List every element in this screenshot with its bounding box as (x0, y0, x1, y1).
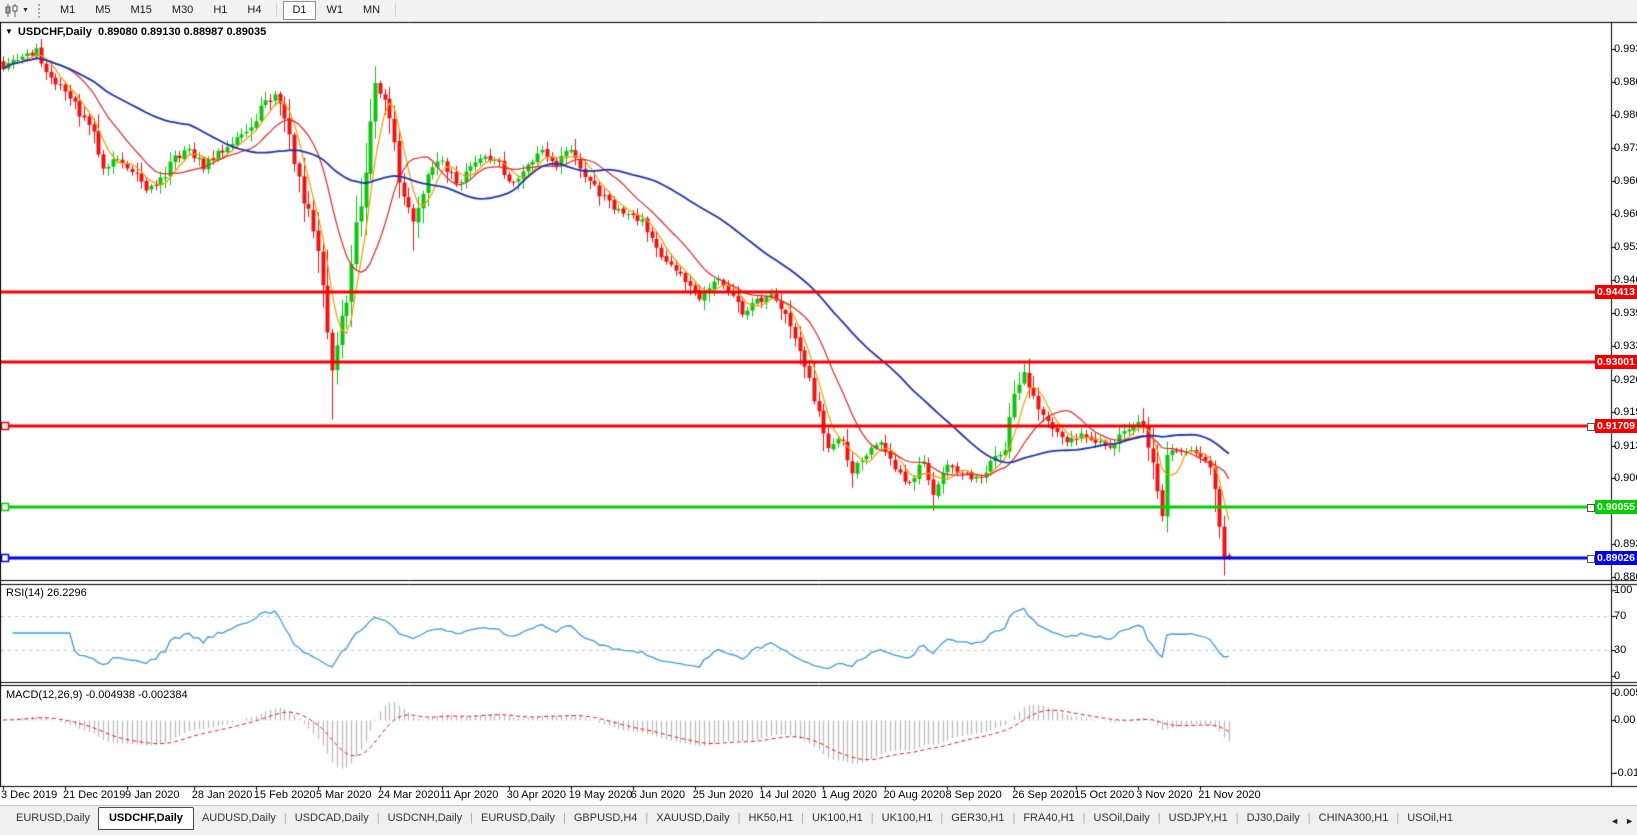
macd-scale-label: 0.005818 (1614, 687, 1637, 699)
date-label: 3 Nov 2020 (1136, 789, 1192, 801)
tab-fra40-h1[interactable]: FRA40,H1 (1015, 806, 1082, 828)
rsi-scale-label: 70 (1614, 610, 1626, 622)
date-label: 8 Sep 2020 (945, 789, 1001, 801)
rsi-indicator-label: RSI(14) 26.2296 (6, 587, 87, 599)
date-label: 6 Jun 2020 (631, 789, 685, 801)
tab-eurusd-daily[interactable]: EURUSD,Daily (8, 806, 98, 828)
chart-title: ▼ USDCHF,Daily 0.89080 0.89130 0.88987 0.… (5, 26, 266, 38)
price-tick-label: 0.98680 (1614, 76, 1637, 88)
date-label: 5 Mar 2020 (316, 789, 372, 801)
tab-usdcnh-daily[interactable]: USDCNH,Daily (380, 806, 471, 828)
chart-type-button[interactable]: ▼ (0, 3, 33, 18)
collapse-caret-icon[interactable]: ▼ (5, 27, 13, 36)
date-label: 3 Dec 2019 (1, 789, 57, 801)
price-tick-label: 0.93980 (1614, 307, 1637, 319)
date-label: 28 Jan 2020 (192, 789, 253, 801)
price-tick-label: 0.96660 (1614, 175, 1637, 187)
timeframe-button-h1[interactable]: H1 (204, 1, 236, 20)
tab-usdcad-daily[interactable]: USDCAD,Daily (287, 806, 377, 828)
date-label: 1 Aug 2020 (821, 789, 877, 801)
price-tick-label: 0.98000 (1614, 109, 1637, 121)
timeframe-button-d1[interactable]: D1 (283, 1, 315, 20)
price-tick-label: 0.99340 (1614, 43, 1637, 55)
timeframe-button-m30[interactable]: M30 (163, 1, 202, 20)
date-label: 24 Mar 2020 (378, 789, 440, 801)
timeframe-button-m5[interactable]: M5 (86, 1, 119, 20)
price-tick-label: 0.97340 (1614, 142, 1637, 154)
tab-usoil-h1[interactable]: USOil,H1 (1399, 806, 1461, 828)
price-tick-label: 0.94660 (1614, 274, 1637, 286)
tab-gbpusd-h4[interactable]: GBPUSD,H4 (566, 806, 646, 828)
price-tick-label: 0.90640 (1614, 472, 1637, 484)
rsi-scale-label: 30 (1614, 644, 1626, 656)
date-label: 9 Jan 2020 (125, 789, 179, 801)
tab-hk50-h1[interactable]: HK50,H1 (741, 806, 802, 828)
date-label: 15 Oct 2020 (1074, 789, 1134, 801)
tab-uk100-h1[interactable]: UK100,H1 (874, 806, 941, 828)
tab-scroll-arrows: ◄ ► (1604, 806, 1634, 835)
toolbar-grip[interactable] (38, 4, 43, 18)
tab-ger30-h1[interactable]: GER30,H1 (943, 806, 1012, 828)
chart-ohlc-values: 0.89080 0.89130 0.88987 0.89035 (98, 26, 266, 38)
hline-price-tag[interactable]: 0.94413 (1595, 285, 1637, 299)
hline-price-tag[interactable]: 0.90055 (1595, 500, 1637, 514)
date-label: 20 Aug 2020 (883, 789, 945, 801)
date-label: 26 Sep 2020 (1012, 789, 1074, 801)
tab-china300-h1[interactable]: CHINA300,H1 (1311, 806, 1397, 828)
chevron-down-icon: ▼ (22, 7, 29, 14)
date-label: 25 Jun 2020 (693, 789, 754, 801)
rsi-scale-label: 0 (1614, 670, 1620, 682)
hline-handle[interactable] (1587, 555, 1595, 563)
tab-usoil-daily[interactable]: USOil,Daily (1086, 806, 1158, 828)
timeframe-button-mn[interactable]: MN (354, 1, 389, 20)
date-label: 21 Nov 2020 (1198, 789, 1260, 801)
price-tick-label: 0.92640 (1614, 374, 1637, 386)
price-tick-label: 0.89300 (1614, 538, 1637, 550)
timeframe-button-m1[interactable]: M1 (51, 1, 84, 20)
price-tick-label: 0.91300 (1614, 440, 1637, 452)
candlestick-chart-icon (5, 4, 19, 17)
date-label: 30 Apr 2020 (507, 789, 566, 801)
price-tick-label: 0.93320 (1614, 340, 1637, 352)
tab-scroll-right-icon[interactable]: ► (1625, 816, 1634, 826)
date-label: 15 Feb 2020 (254, 789, 316, 801)
toolbar-separator (395, 3, 396, 18)
timeframe-button-m15[interactable]: M15 (122, 1, 161, 20)
top-toolbar: ▼ M1M5M15M30H1H4 D1W1MN (0, 0, 1637, 22)
timeframe-button-w1[interactable]: W1 (318, 1, 353, 20)
hline-price-tag[interactable]: 0.89026 (1595, 551, 1637, 565)
tab-audusd-daily[interactable]: AUDUSD,Daily (194, 806, 284, 828)
tab-usdchf-daily[interactable]: USDCHF,Daily (98, 807, 194, 830)
tab-xauusd-daily[interactable]: XAUUSD,Daily (648, 806, 737, 828)
hline-handle[interactable] (1587, 504, 1595, 512)
hline-handle[interactable] (1587, 423, 1595, 431)
date-label: 21 Dec 2019 (63, 789, 125, 801)
rsi-scale-label: 100 (1614, 584, 1632, 596)
tab-usdjpy-h1[interactable]: USDJPY,H1 (1161, 806, 1236, 828)
chart-symbol-label: USDCHF,Daily (18, 26, 92, 38)
date-label: 14 Jul 2020 (759, 789, 816, 801)
tab-dj30-daily[interactable]: DJ30,Daily (1239, 806, 1308, 828)
toolbar-separator (276, 3, 277, 18)
chart-tab-bar: EURUSD,DailyUSDCHF,DailyAUDUSD,Daily|USD… (0, 805, 1637, 835)
date-label: 11 Apr 2020 (440, 789, 499, 801)
price-tick-label: 0.96000 (1614, 208, 1637, 220)
date-label: 19 May 2020 (569, 789, 633, 801)
tab-eurusd-daily[interactable]: EURUSD,Daily (473, 806, 563, 828)
price-tick-label: 0.91980 (1614, 406, 1637, 418)
hline-price-tag[interactable]: 0.91709 (1595, 419, 1637, 433)
hline-price-tag[interactable]: 0.93001 (1595, 355, 1637, 369)
chart-tabs: EURUSD,DailyUSDCHF,DailyAUDUSD,Daily|USD… (0, 806, 1461, 830)
price-tick-label: 0.88640 (1614, 571, 1637, 583)
macd-scale-label: 0.00 (1614, 714, 1635, 726)
macd-indicator-label: MACD(12,26,9) -0.004938 -0.002384 (6, 689, 188, 701)
price-tick-label: 0.95320 (1614, 241, 1637, 253)
timeframe-buttons: M1M5M15M30H1H4 D1W1MN (50, 1, 401, 20)
tab-scroll-left-icon[interactable]: ◄ (1610, 816, 1619, 826)
chart-canvas[interactable] (0, 0, 1637, 834)
tab-uk100-h1[interactable]: UK100,H1 (804, 806, 871, 828)
macd-scale-label: -0.011514 (1614, 767, 1637, 779)
timeframe-button-h4[interactable]: H4 (238, 1, 270, 20)
